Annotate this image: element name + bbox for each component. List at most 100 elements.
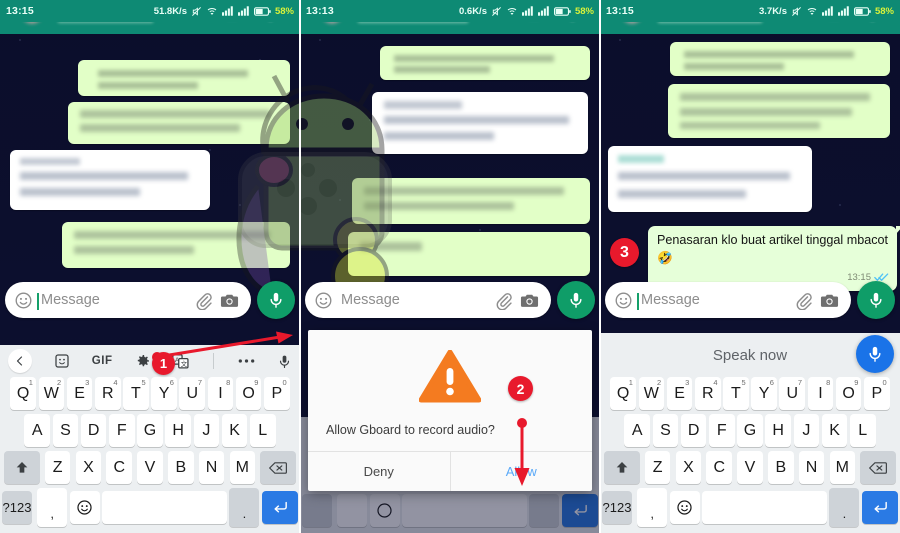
key-e[interactable]: E3 bbox=[66, 377, 93, 410]
emoji-key-icon[interactable] bbox=[369, 494, 400, 527]
key-o[interactable]: O9 bbox=[835, 377, 862, 410]
emoji-icon[interactable] bbox=[14, 291, 33, 310]
period-key[interactable] bbox=[529, 494, 560, 527]
key-o[interactable]: O9 bbox=[235, 377, 262, 410]
key-c[interactable]: C bbox=[106, 451, 133, 484]
gif-icon[interactable]: GIF bbox=[92, 355, 113, 367]
key-m[interactable]: M bbox=[229, 451, 256, 484]
camera-icon[interactable] bbox=[520, 292, 539, 309]
period-key[interactable]: . bbox=[829, 488, 860, 527]
comma-key[interactable]: , bbox=[637, 488, 668, 527]
message-input-pill[interactable]: Message bbox=[305, 282, 551, 318]
allow-button[interactable]: Allow bbox=[449, 452, 593, 491]
space-key[interactable] bbox=[702, 491, 827, 524]
key-c[interactable]: C bbox=[706, 451, 733, 484]
key-e[interactable]: E3 bbox=[666, 377, 693, 410]
space-key[interactable] bbox=[102, 491, 227, 524]
voice-record-button[interactable] bbox=[857, 281, 895, 319]
comma-key[interactable]: , bbox=[37, 488, 68, 527]
key-h[interactable]: H bbox=[765, 414, 791, 447]
emoji-key-icon[interactable] bbox=[69, 491, 100, 524]
key-w[interactable]: W2 bbox=[638, 377, 665, 410]
camera-icon[interactable] bbox=[220, 292, 239, 309]
key-s[interactable]: S bbox=[52, 414, 79, 447]
deny-button[interactable]: Deny bbox=[308, 452, 450, 491]
key-u[interactable]: U7 bbox=[779, 377, 806, 410]
voice-record-button[interactable] bbox=[257, 281, 295, 319]
backspace-key[interactable] bbox=[860, 451, 897, 484]
key-z[interactable]: Z bbox=[44, 451, 71, 484]
key-p[interactable]: P0 bbox=[264, 377, 290, 410]
voice-record-button[interactable] bbox=[557, 281, 595, 319]
emoji-icon[interactable] bbox=[614, 291, 633, 310]
key-t[interactable]: T5 bbox=[723, 377, 749, 410]
key-t[interactable]: T5 bbox=[123, 377, 149, 410]
key-q[interactable]: Q1 bbox=[610, 377, 636, 410]
overflow-icon[interactable] bbox=[238, 358, 255, 364]
key-y[interactable]: Y6 bbox=[751, 377, 777, 410]
key-k[interactable]: K bbox=[221, 414, 248, 447]
key-d[interactable]: D bbox=[80, 414, 107, 447]
emoji-icon[interactable] bbox=[314, 291, 333, 310]
message-input-pill[interactable]: Message bbox=[5, 282, 251, 318]
mic-icon[interactable] bbox=[277, 353, 292, 370]
key-b[interactable]: B bbox=[767, 451, 794, 484]
key-k[interactable]: K bbox=[821, 414, 848, 447]
key-v[interactable]: V bbox=[137, 451, 163, 484]
key-l[interactable]: L bbox=[249, 414, 276, 447]
key-v[interactable]: V bbox=[737, 451, 763, 484]
key-s[interactable]: S bbox=[652, 414, 679, 447]
key-x[interactable]: X bbox=[675, 451, 702, 484]
key-n[interactable]: N bbox=[798, 451, 825, 484]
key-x[interactable]: X bbox=[75, 451, 102, 484]
message-placeholder[interactable]: Message bbox=[333, 292, 492, 308]
key-i[interactable]: I8 bbox=[807, 377, 834, 410]
key-f[interactable]: F bbox=[109, 414, 135, 447]
emoji-key-icon[interactable] bbox=[669, 491, 700, 524]
key-a[interactable]: A bbox=[24, 414, 51, 447]
paperclip-icon[interactable] bbox=[494, 291, 513, 310]
key-f[interactable]: F bbox=[709, 414, 735, 447]
key-r[interactable]: R4 bbox=[94, 377, 121, 410]
key-b[interactable]: B bbox=[167, 451, 194, 484]
key-y[interactable]: Y6 bbox=[151, 377, 177, 410]
key-d[interactable]: D bbox=[680, 414, 707, 447]
symbols-key[interactable]: ?123 bbox=[2, 491, 32, 524]
paperclip-icon[interactable] bbox=[794, 291, 813, 310]
voice-listening-mic-button[interactable] bbox=[856, 335, 894, 373]
camera-icon[interactable] bbox=[820, 292, 839, 309]
paperclip-icon[interactable] bbox=[194, 291, 213, 310]
key-g[interactable]: G bbox=[137, 414, 163, 447]
translate-icon[interactable]: A文 bbox=[172, 353, 189, 369]
space-key[interactable] bbox=[402, 494, 527, 527]
key-u[interactable]: U7 bbox=[179, 377, 206, 410]
key-z[interactable]: Z bbox=[644, 451, 671, 484]
key-r[interactable]: R4 bbox=[694, 377, 721, 410]
backspace-key[interactable] bbox=[260, 451, 297, 484]
key-p[interactable]: P0 bbox=[864, 377, 890, 410]
key-h[interactable]: H bbox=[165, 414, 191, 447]
key-i[interactable]: I8 bbox=[207, 377, 234, 410]
shift-key[interactable] bbox=[603, 451, 640, 484]
key-l[interactable]: L bbox=[849, 414, 876, 447]
message-placeholder[interactable]: Message bbox=[33, 292, 192, 310]
gear-icon[interactable] bbox=[135, 353, 151, 369]
shift-key[interactable] bbox=[3, 451, 40, 484]
message-input-pill[interactable]: Message bbox=[605, 282, 851, 318]
key-a[interactable]: A bbox=[624, 414, 651, 447]
sticker-icon[interactable] bbox=[54, 353, 70, 369]
symbols-key[interactable]: ?123 bbox=[602, 491, 632, 524]
key-n[interactable]: N bbox=[198, 451, 225, 484]
key-j[interactable]: J bbox=[793, 414, 820, 447]
comma-key[interactable] bbox=[337, 494, 368, 527]
key-j[interactable]: J bbox=[193, 414, 220, 447]
key-w[interactable]: W2 bbox=[38, 377, 65, 410]
enter-key[interactable] bbox=[862, 491, 898, 524]
message-placeholder[interactable]: Message bbox=[633, 292, 792, 310]
key-g[interactable]: G bbox=[737, 414, 763, 447]
back-chevron-icon[interactable] bbox=[8, 349, 32, 373]
period-key[interactable]: . bbox=[229, 488, 260, 527]
key-q[interactable]: Q1 bbox=[10, 377, 36, 410]
enter-key[interactable] bbox=[562, 494, 598, 527]
enter-key[interactable] bbox=[262, 491, 298, 524]
